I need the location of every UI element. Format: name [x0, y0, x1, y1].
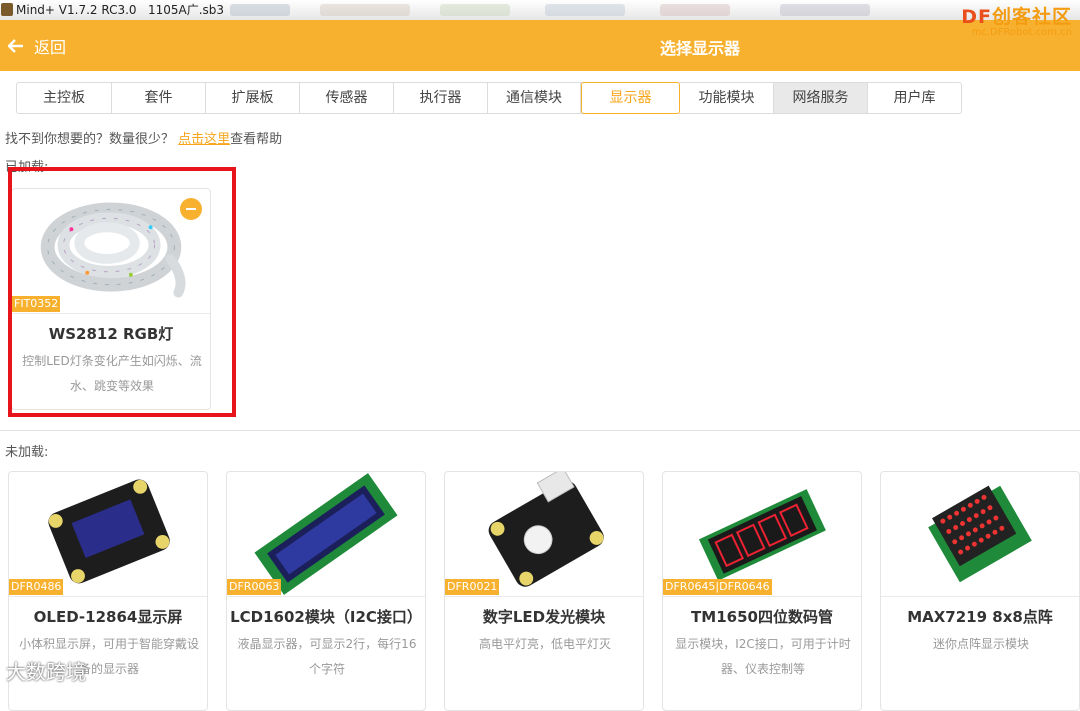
seven-segment-icon [698, 489, 826, 581]
dfrobot-logo: DF创客社区 mc.DFRobot.com.cn [961, 6, 1072, 38]
page-title: 选择显示器 [659, 39, 740, 58]
extension-card-max7219[interactable]: MAX7219 8x8点阵 迷你点阵显示模块 [880, 471, 1080, 711]
window-titlebar: Mind+ V1.7.2 RC3.0 1105A广.sb3 [0, 0, 1080, 21]
extension-name: OLED-12864显示屏 [33, 608, 183, 626]
back-label: 返回 [34, 38, 67, 57]
extension-name: MAX7219 8x8点阵 [907, 608, 1053, 626]
unloaded-section-label: 未加载: [5, 445, 49, 460]
extension-description: 迷你点阵显示模块 [932, 637, 1029, 651]
app-icon [1, 3, 13, 16]
led-module-icon [488, 472, 604, 587]
back-button[interactable]: 返回 [8, 34, 66, 58]
tab-expansion-board[interactable]: 扩展板 [206, 83, 300, 113]
oled-module-icon [48, 479, 170, 584]
sku-badge: DFR0021 [445, 579, 500, 595]
tab-function[interactable]: 功能模块 [680, 83, 774, 113]
tab-display[interactable]: 显示器 [581, 82, 680, 114]
extension-card-lcd1602[interactable]: DFR0063 LCD1602模块（I2C接口） 液晶显示器，可显示2行，每行1… [226, 471, 426, 711]
tab-actuator[interactable]: 执行器 [394, 83, 488, 113]
extension-description: 高电平灯亮，低电平灯灭 [478, 637, 611, 651]
sku-badge: DFR0063 [227, 579, 282, 595]
highlight-box [8, 167, 236, 417]
extension-description: 显示模块，I2C接口，可用于计时器、仪表控制等 [675, 637, 851, 676]
tab-kit[interactable]: 套件 [112, 83, 206, 113]
extension-name: 数字LED发光模块 [482, 608, 606, 626]
tab-sensor[interactable]: 传感器 [300, 83, 394, 113]
tab-user-library[interactable]: 用户库 [868, 83, 961, 113]
tab-network-service[interactable]: 网络服务 [774, 83, 868, 113]
extension-name: LCD1602模块（I2C接口） [230, 608, 422, 626]
tab-main-board[interactable]: 主控板 [17, 83, 112, 113]
tab-communication[interactable]: 通信模块 [488, 83, 581, 113]
extension-name: TM1650四位数码管 [691, 608, 833, 626]
sku-badge: DFR0645|DFR0646 [663, 579, 772, 595]
category-tabs: 主控板 套件 扩展板 传感器 执行器 通信模块 显示器 功能模块 网络服务 用户… [16, 82, 962, 114]
extension-card-tm1650[interactable]: DFR0645|DFR0646 TM1650四位数码管 显示模块，I2C接口，可… [662, 471, 862, 711]
arrow-left-icon [8, 39, 23, 53]
header-bar: 返回 选择显示器 DF创客社区 mc.DFRobot.com.cn [0, 6, 1080, 71]
lcd1602-icon [254, 473, 398, 595]
extension-card-digital-led[interactable]: DFR0021 数字LED发光模块 高电平灯亮，低电平灯灭 [444, 471, 644, 711]
sku-badge: DFR0486 [9, 579, 64, 595]
window-title: Mind+ V1.7.2 RC3.0 1105A广.sb3 [16, 3, 225, 17]
help-text: 找不到你想要的？数量很少？ 点击这里查看帮助 [5, 132, 283, 147]
help-link[interactable]: 点击这里 [178, 132, 230, 147]
dot-matrix-icon [928, 485, 1032, 583]
watermark-text: 大数跨境 [6, 660, 86, 684]
section-divider [0, 430, 1080, 431]
extension-description: 液晶显示器，可显示2行，每行16个字符 [237, 637, 417, 676]
